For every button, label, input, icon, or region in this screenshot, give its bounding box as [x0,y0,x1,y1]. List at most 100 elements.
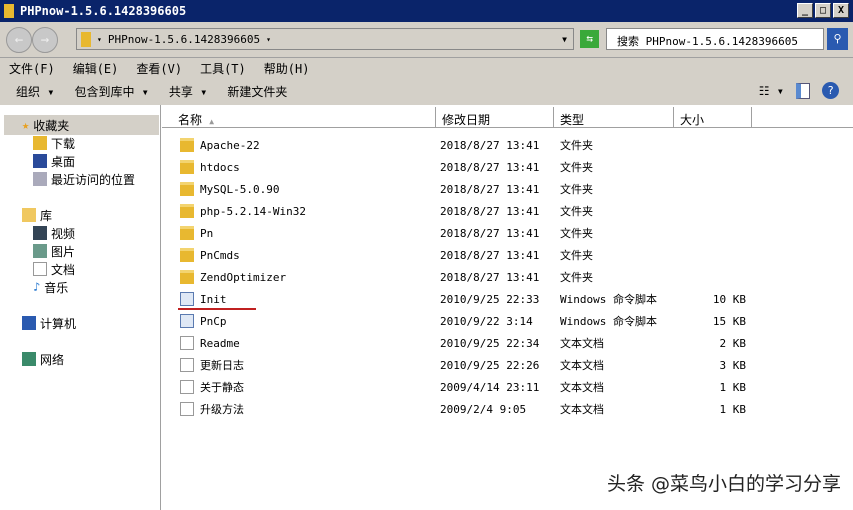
sidebar-libraries[interactable]: 库 [22,206,52,224]
sidebar-item-pictures[interactable]: 图片 [33,242,75,260]
maximize-button[interactable]: □ [815,3,831,18]
file-row[interactable]: Readme 2010/9/25 22:34 文本文档 2 KB [180,333,746,353]
file-name: htdocs [200,160,240,174]
file-type: 文本文档 [560,337,604,350]
file-date: 2010/9/25 22:33 [440,292,540,306]
back-button[interactable]: ← [6,27,32,53]
file-type: 文件夹 [560,271,593,284]
new-folder-button[interactable]: 新建文件夹 [227,83,287,100]
column-date[interactable]: 修改日期 [436,107,554,128]
address-bar-area: ← → ▾ PHPnow-1.5.6.1428396605 ▾ ▼ ⇆ 搜索 PH… [0,22,853,58]
file-row[interactable]: Pn 2018/8/27 13:41 文件夹 [180,223,746,243]
file-list: 名称 ▲ 修改日期 类型 大小 Apache-22 2018/8/27 13:41… [162,105,853,510]
column-type[interactable]: 类型 [554,107,674,128]
close-button[interactable]: X [833,3,849,18]
file-date: 2010/9/25 22:34 [440,336,540,350]
file-row[interactable]: MySQL-5.0.90 2018/8/27 13:41 文件夹 [180,179,746,199]
watermark: 头条 @菜鸟小白的学习分享 [606,473,841,495]
file-row[interactable]: php-5.2.14-Win32 2018/8/27 13:41 文件夹 [180,201,746,221]
file-name: PnCp [200,314,227,328]
recent-places-icon [33,172,47,186]
folder-icon [4,4,14,18]
cmd-icon [180,292,194,306]
file-row[interactable]: PnCp 2010/9/22 3:14 Windows 命令脚本 15 KB [180,311,746,331]
file-date: 2010/9/22 3:14 [440,314,533,328]
preview-pane-icon[interactable] [796,82,810,99]
sidebar-item-downloads[interactable]: 下载 [33,134,75,152]
folder-icon [81,31,91,47]
folder-icon [180,248,194,262]
file-name: 更新日志 [200,359,244,372]
title-bar: PHPnow-1.5.6.1428396605 _ □ X [0,0,853,22]
file-size: 10 KB [712,292,746,306]
file-date: 2010/9/25 22:26 [440,358,540,372]
file-row[interactable]: htdocs 2018/8/27 13:41 文件夹 [180,157,746,177]
file-name: MySQL-5.0.90 [200,182,280,196]
file-date: 2018/8/27 13:41 [440,270,540,284]
sidebar-item-music[interactable]: ♪ 音乐 [33,278,68,296]
column-name[interactable]: 名称 ▲ [162,107,436,128]
address-input[interactable]: ▾ PHPnow-1.5.6.1428396605 ▾ ▼ [76,28,574,50]
sidebar-item-recent[interactable]: 最近访问的位置 [33,170,135,188]
view-options-icon[interactable]: ☷ ▾ [759,84,784,98]
search-input[interactable]: 搜索 PHPnow-1.5.6.1428396605 [606,28,824,50]
organize-button[interactable]: 组织 ▾ [16,83,54,100]
file-date: 2018/8/27 13:41 [440,204,540,218]
cmd-icon [180,314,194,328]
file-type: Windows 命令脚本 [560,315,657,328]
sidebar-item-desktop[interactable]: 桌面 [33,152,75,170]
address-dropdown-button[interactable]: ▼ [562,35,567,44]
file-row[interactable]: 关于静态 2009/4/14 23:11 文本文档 1 KB [180,377,746,397]
menu-view[interactable]: 查看(V) [136,60,182,77]
doc-icon [180,402,194,416]
column-size[interactable]: 大小 [674,107,752,128]
menu-help[interactable]: 帮助(H) [264,60,310,77]
file-type: 文件夹 [560,249,593,262]
folder-icon [180,160,194,174]
file-type: 文本文档 [560,381,604,394]
refresh-button[interactable]: ⇆ [580,30,599,48]
folder-icon [180,204,194,218]
document-icon [33,262,47,276]
file-name: Apache-22 [200,138,260,152]
forward-button[interactable]: → [32,27,58,53]
navigation-pane: ★ 收藏夹 下载 桌面 最近访问的位置 库 视频 图片 文档 ♪ 音乐 计算机 网络 [0,105,161,510]
picture-icon [33,244,47,258]
file-type: 文件夹 [560,183,593,196]
file-row[interactable]: Apache-22 2018/8/27 13:41 文件夹 [180,135,746,155]
file-row[interactable]: Init 2010/9/25 22:33 Windows 命令脚本 10 KB [180,289,746,309]
annotation-underline [178,308,256,310]
include-in-library-button[interactable]: 包含到库中 ▾ [74,83,148,100]
sidebar-favorites[interactable]: ★ 收藏夹 [22,116,69,134]
file-date: 2009/4/14 23:11 [440,380,540,394]
sidebar-item-documents[interactable]: 文档 [33,260,75,278]
minimize-button[interactable]: _ [797,3,813,18]
file-type: 文本文档 [560,403,604,416]
download-folder-icon [33,136,47,150]
file-type: 文本文档 [560,359,604,372]
library-icon [22,208,36,222]
file-row[interactable]: PnCmds 2018/8/27 13:41 文件夹 [180,245,746,265]
file-date: 2018/8/27 13:41 [440,138,540,152]
menu-tools[interactable]: 工具(T) [200,60,246,77]
file-row[interactable]: ZendOptimizer 2018/8/27 13:41 文件夹 [180,267,746,287]
sidebar-computer[interactable]: 计算机 [22,314,76,332]
help-icon[interactable]: ? [822,82,839,99]
search-icon[interactable]: ⚲ [827,28,848,50]
sidebar-network[interactable]: 网络 [22,350,64,368]
file-row[interactable]: 升级方法 2009/2/4 9:05 文本文档 1 KB [180,399,746,419]
desktop-icon [33,154,47,168]
file-name: Pn [200,226,214,240]
share-button[interactable]: 共享 ▾ [169,83,207,100]
file-name: ZendOptimizer [200,270,287,284]
network-icon [22,352,36,366]
sidebar-item-videos[interactable]: 视频 [33,224,75,242]
menu-edit[interactable]: 编辑(E) [73,60,119,77]
folder-icon [180,182,194,196]
star-icon: ★ [22,118,30,132]
computer-icon [22,316,36,330]
file-row[interactable]: 更新日志 2010/9/25 22:26 文本文档 3 KB [180,355,746,375]
file-name: 升级方法 [200,403,244,416]
menu-file[interactable]: 文件(F) [9,60,55,77]
file-date: 2018/8/27 13:41 [440,226,540,240]
